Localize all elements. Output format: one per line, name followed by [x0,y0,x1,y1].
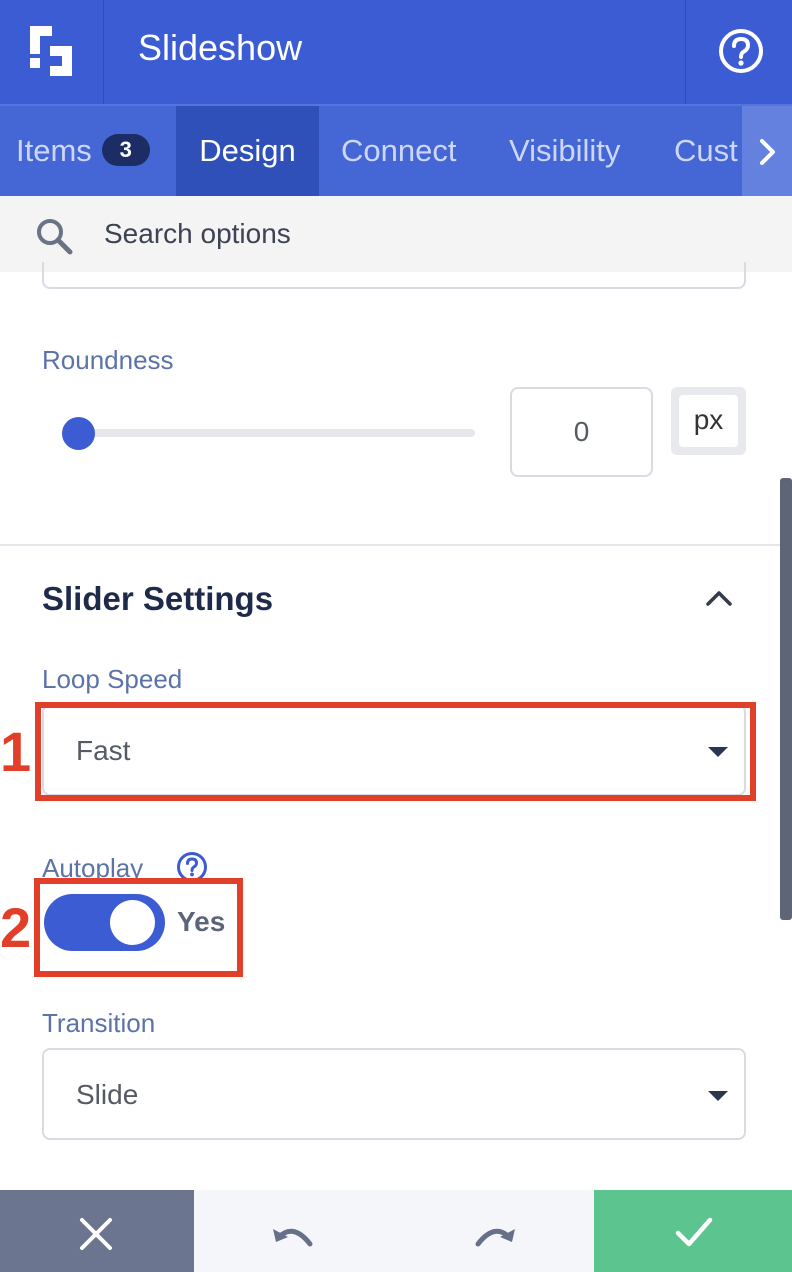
section-title: Slider Settings [42,580,274,617]
tab-visibility[interactable]: Visibility [509,106,620,196]
previous-field-edge [42,262,746,289]
annotation-number-1: 1 [0,720,32,783]
logo-icon [30,26,72,76]
chevron-right-icon [760,139,775,165]
tab-connect[interactable]: Connect [341,106,456,196]
annotation-box-1 [35,702,756,801]
tab-design[interactable]: Design [176,106,319,196]
annotation-box-2 [34,878,243,977]
tab-bar: Items 3 Design Connect Visibility Cust [0,104,792,196]
redo-icon [475,1228,515,1247]
tab-items[interactable]: Items 3 [0,106,176,196]
unit-selector[interactable]: px [671,387,746,455]
panel-title: Slideshow [138,27,303,68]
roundness-slider-track[interactable] [78,429,475,437]
tab-custom[interactable]: Cust [674,106,738,196]
check-icon [675,1217,713,1247]
redo-button[interactable] [394,1190,594,1272]
undo-button[interactable] [194,1190,394,1272]
transition-select[interactable]: Slide [42,1048,746,1140]
help-circle-icon [719,29,763,73]
annotation-number-2: 2 [0,896,32,959]
tabs-scroll-right-button[interactable] [742,106,792,196]
close-icon [80,1218,112,1250]
search-icon [37,219,73,255]
search-bar[interactable]: Search options [0,196,792,272]
roundness-value-input[interactable]: 0 [510,387,653,477]
tab-items-label: Items [16,133,92,168]
chevron-up-icon[interactable] [704,586,734,610]
cancel-button[interactable] [0,1190,194,1272]
scrollbar-thumb[interactable] [780,478,792,920]
app-header: Slideshow [0,0,792,104]
save-button[interactable] [594,1190,792,1272]
caret-down-icon [708,1091,728,1101]
help-button[interactable] [685,0,792,104]
undo-icon [273,1228,313,1247]
unit-px-option[interactable]: px [679,395,738,447]
transition-label: Transition [42,1008,156,1038]
roundness-label: Roundness [42,345,174,375]
items-count-badge: 3 [101,134,150,166]
search-input[interactable]: Search options [104,216,291,252]
section-divider [0,544,782,546]
footer-toolbar [0,1190,792,1272]
roundness-slider-thumb[interactable] [62,417,95,450]
loop-speed-label: Loop Speed [42,664,183,694]
transition-value: Slide [76,1079,139,1110]
logo[interactable] [0,0,104,104]
